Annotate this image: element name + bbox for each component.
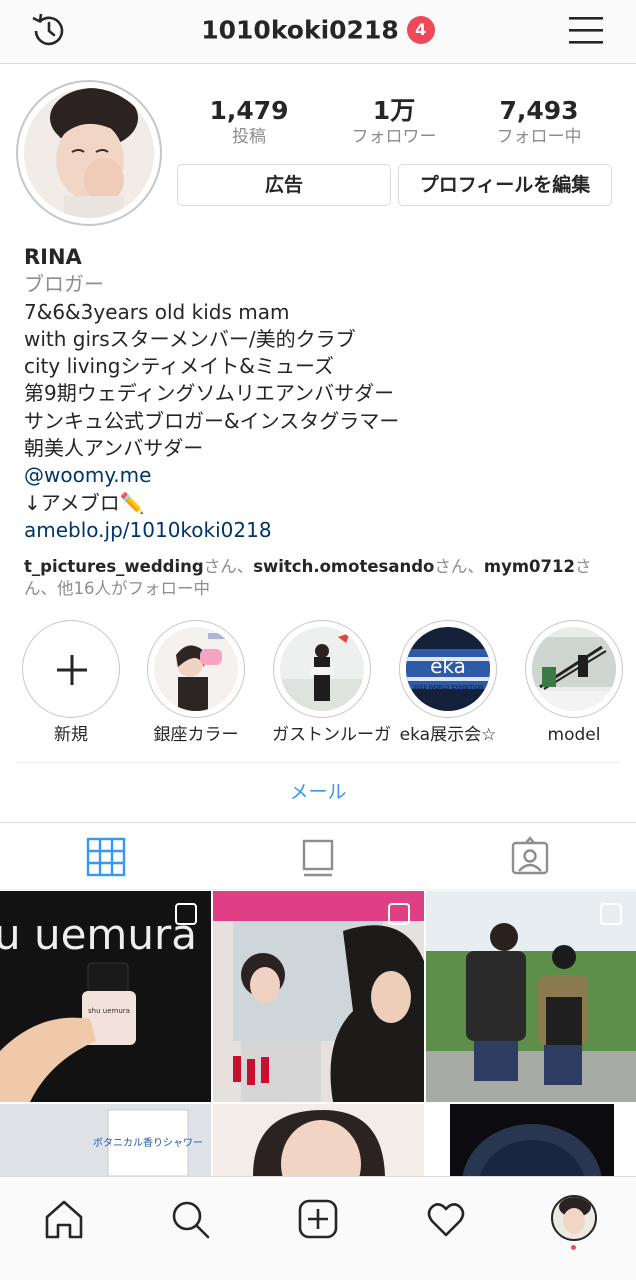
multi-post-icon bbox=[600, 903, 622, 925]
multi-post-icon bbox=[175, 903, 197, 925]
username-text: 1010koki0218 bbox=[201, 15, 399, 45]
activity-dot bbox=[571, 1245, 576, 1250]
bottle-label: shu uemura bbox=[88, 1007, 130, 1015]
profile-tabs bbox=[0, 822, 636, 890]
highlight-label: eka展示会☆ bbox=[399, 725, 497, 745]
highlight-ring bbox=[525, 620, 623, 718]
follower-separator: さん、 bbox=[434, 557, 484, 576]
profile-category: ブロガー bbox=[24, 272, 104, 297]
shower-label: ボタニカル香りシャワー bbox=[93, 1137, 203, 1149]
highlight-label: ガストンルーガ bbox=[272, 725, 391, 745]
bio-line: 7&6&3years old kids mam bbox=[24, 299, 290, 324]
followed-by[interactable]: t_pictures_weddingさん、switch.omotesandoさん… bbox=[24, 556, 614, 600]
new-post-icon[interactable] bbox=[296, 1197, 340, 1241]
profile-avatar[interactable] bbox=[551, 1195, 597, 1241]
brand-text: u uemura bbox=[0, 910, 197, 959]
profile-name: RINA bbox=[24, 245, 82, 269]
stat-posts[interactable]: 1,479 投稿 bbox=[179, 96, 319, 148]
highlight-ring bbox=[147, 620, 245, 718]
following-label: フォロー中 bbox=[496, 127, 582, 147]
bio-line: 朝美人アンバサダー bbox=[24, 436, 204, 461]
followers-count: 1万 bbox=[372, 96, 416, 125]
profile-username-header[interactable]: 1010koki0218 4 bbox=[0, 14, 636, 45]
email-button[interactable]: メール bbox=[16, 762, 620, 820]
highlight-thumbnail: eka 2019 WORLD EXHIBITION bbox=[406, 627, 490, 711]
following-count: 7,493 bbox=[499, 96, 579, 125]
eka-text: eka bbox=[430, 654, 466, 678]
plus-icon bbox=[57, 655, 87, 685]
highlight-thumbnail bbox=[532, 627, 616, 711]
followers-label: フォロワー bbox=[351, 127, 437, 147]
highlight-label: model bbox=[547, 725, 601, 745]
post-tile[interactable] bbox=[426, 1104, 636, 1176]
post-tile[interactable] bbox=[213, 1104, 424, 1176]
highlight-thumbnail bbox=[280, 627, 364, 711]
post-image bbox=[253, 1110, 385, 1176]
highlight-model[interactable]: model bbox=[524, 620, 624, 746]
post-tile[interactable] bbox=[426, 891, 636, 1102]
tagged-icon[interactable] bbox=[508, 835, 552, 879]
post-tile[interactable]: ボタニカル香りシャワー bbox=[0, 1104, 211, 1176]
profile-avatar-ring[interactable] bbox=[16, 80, 162, 226]
highlight-ring: eka 2019 WORLD EXHIBITION bbox=[399, 620, 497, 718]
ad-button[interactable]: 広告 bbox=[177, 164, 391, 206]
bio: RINA ブロガー 7&6&3years old kids mam with g… bbox=[24, 244, 620, 544]
notification-badge[interactable]: 4 bbox=[406, 16, 435, 44]
mention-link[interactable]: @woomy.me bbox=[24, 462, 620, 489]
highlight-new[interactable]: 新規 bbox=[21, 620, 121, 746]
top-bar: 1010koki0218 4 bbox=[0, 0, 636, 64]
highlight-ginza[interactable]: 銀座カラー bbox=[146, 620, 246, 746]
menu-icon[interactable] bbox=[566, 13, 606, 47]
post-image bbox=[450, 1104, 614, 1176]
edit-profile-button[interactable]: プロフィールを編集 bbox=[398, 164, 612, 206]
activity-icon[interactable] bbox=[424, 1197, 468, 1241]
highlight-thumbnail bbox=[154, 627, 238, 711]
bottom-nav bbox=[0, 1176, 636, 1280]
posts-label: 投稿 bbox=[232, 127, 266, 147]
posts-count: 1,479 bbox=[209, 96, 289, 125]
follower-name: switch.omotesando bbox=[253, 557, 435, 576]
bio-line: city livingシティメイト&ミューズ bbox=[24, 354, 334, 379]
profile-avatar bbox=[24, 88, 154, 218]
stat-followers[interactable]: 1万 フォロワー bbox=[324, 96, 464, 148]
highlight-label: 銀座カラー bbox=[153, 725, 239, 745]
search-icon[interactable] bbox=[168, 1197, 212, 1241]
website-link[interactable]: ameblo.jp/1010koki0218 bbox=[24, 517, 620, 544]
home-icon[interactable] bbox=[42, 1197, 86, 1241]
ameblo-line: ↓アメブロ✏️ bbox=[24, 490, 145, 515]
feed-icon[interactable] bbox=[296, 835, 340, 879]
exhibition-text: 2019 WORLD EXHIBITION bbox=[413, 685, 483, 691]
grid-icon[interactable] bbox=[84, 835, 128, 879]
highlight-ring bbox=[273, 620, 371, 718]
highlight-gaston[interactable]: ガストンルーガ bbox=[272, 620, 391, 746]
highlight-ring bbox=[22, 620, 120, 718]
highlight-label: 新規 bbox=[54, 725, 88, 745]
highlight-eka[interactable]: eka 2019 WORLD EXHIBITION eka展示会☆ bbox=[398, 620, 498, 746]
post-tile[interactable]: u uemura shu uemura bbox=[0, 891, 211, 1102]
bio-line: 第9期ウェディングソムリエアンバサダー bbox=[24, 381, 395, 406]
follower-name: mym0712 bbox=[483, 557, 575, 576]
bio-line: with girsスターメンバー/美的クラブ bbox=[24, 326, 356, 351]
post-tile[interactable] bbox=[213, 891, 424, 1102]
stat-following[interactable]: 7,493 フォロー中 bbox=[469, 96, 609, 148]
post-image: ボタニカル香りシャワー bbox=[93, 1109, 203, 1176]
bio-line: サンキュ公式ブロガー&インスタグラマー bbox=[24, 408, 400, 433]
follower-name: t_pictures_wedding bbox=[24, 557, 204, 576]
multi-post-icon bbox=[388, 903, 410, 925]
follower-separator: さん、 bbox=[203, 557, 254, 576]
